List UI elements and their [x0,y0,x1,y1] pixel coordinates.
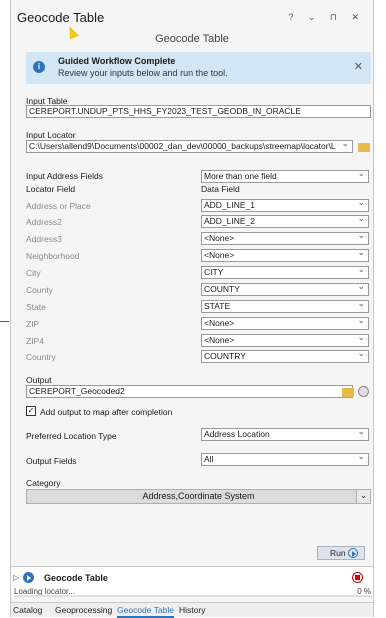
job-status-panel: ▷ Geocode Table Loading locator... 0 % [11,567,373,597]
pane-title: Geocode Table [17,10,105,25]
field-name: Address2 [26,217,62,227]
field-name: ZIP [26,319,40,329]
field-value: <None> [204,318,235,328]
play-icon [348,548,358,558]
tab-catalog[interactable]: Catalog [13,605,42,615]
field-select[interactable]: STATE [201,300,369,313]
stop-icon[interactable] [352,572,363,583]
info-icon: i [33,61,45,73]
tab-geocode-table[interactable]: Geocode Table [117,605,175,618]
job-title: Geocode Table [44,573,108,583]
locator-field-header: Locator Field [26,184,76,194]
run-button[interactable]: Run [317,546,365,560]
address-fields-select[interactable]: More than one field [201,170,369,183]
field-value: ADD_LINE_1 [204,200,256,210]
address-fields-value: More than one field [204,171,277,181]
tab-geoprocessing[interactable]: Geoprocessing [55,605,112,615]
banner-message: Review your inputs below and run the too… [58,68,228,78]
category-label: Category [26,478,61,488]
tab-history[interactable]: History [179,605,205,615]
location-type-select[interactable]: Address Location [201,428,369,441]
location-type-value: Address Location [204,429,270,439]
field-name: State [26,302,46,312]
globe-icon[interactable] [358,386,369,397]
add-to-map-label: Add output to map after completion [40,407,173,417]
field-name: City [26,268,41,278]
field-select[interactable]: <None> [201,317,369,330]
location-type-label: Preferred Location Type [26,431,117,441]
field-value: COUNTY [204,284,240,294]
field-select[interactable]: <None> [201,232,369,245]
field-select[interactable]: <None> [201,249,369,262]
data-field-header: Data Field [201,184,240,194]
address-fields-label: Input Address Fields [26,171,104,181]
field-value: <None> [204,250,235,260]
field-select[interactable]: COUNTRY [201,350,369,363]
field-name: Address or Place [26,201,91,211]
input-table-field[interactable]: CEREPORT.UNDUP_PTS_HHS_FY2023_TEST_GEODB… [26,105,371,118]
field-select[interactable]: <None> [201,334,369,347]
field-name: Neighborhood [26,251,80,261]
banner-close-button[interactable]: ✕ [354,60,363,73]
output-fields-label: Output Fields [26,456,77,466]
pane-tabs: Catalog Geoprocessing Geocode Table Hist… [11,602,373,618]
banner-title: Guided Workflow Complete [58,56,176,66]
field-select[interactable]: ADD_LINE_1 [201,199,369,212]
output-field[interactable]: CEREPORT_Geocoded2 [26,385,353,398]
field-select[interactable]: ADD_LINE_2 [201,215,369,228]
field-value: STATE [204,301,231,311]
folder-icon[interactable] [342,388,354,397]
geoprocessing-pane: Geocode Table ? ⌄ ⊓ ✕ Geocode Table i Gu… [10,0,374,618]
field-name: County [26,285,53,295]
field-value: <None> [204,233,235,243]
category-dropdown[interactable]: Address,Coordinate System ⌄ [26,489,371,504]
field-value: <None> [204,335,235,345]
field-name: Country [26,352,56,362]
progress-bar [14,595,372,597]
input-locator-field[interactable]: C:\Users\allend9\Documents\00002_dan_dev… [26,140,353,153]
output-fields-value: All [204,454,214,464]
pane-window-controls[interactable]: ? ⌄ ⊓ ✕ [288,12,365,23]
splitter-mark [0,321,9,322]
play-icon [23,572,34,583]
guided-workflow-banner: i Guided Workflow Complete Review your i… [26,52,371,84]
field-name: Address3 [26,234,62,244]
run-label: Run [330,548,346,558]
field-name: ZIP4 [26,336,44,346]
input-locator-value: C:\Users\allend9\Documents\00002_dan_dev… [29,141,336,151]
output-fields-select[interactable]: All [201,453,369,466]
chevron-down-icon[interactable]: ⌄ [356,490,370,503]
field-value: CITY [204,267,224,277]
output-label: Output [26,375,52,385]
field-value: ADD_LINE_2 [204,216,256,226]
category-value: Address,Coordinate System [142,491,255,501]
field-value: COUNTRY [204,351,246,361]
field-select[interactable]: CITY [201,266,369,279]
expand-chevron-icon[interactable]: ▷ [13,573,19,582]
folder-icon[interactable] [358,143,370,152]
field-select[interactable]: COUNTY [201,283,369,296]
tool-title: Geocode Table [155,33,229,45]
add-to-map-checkbox[interactable]: ✓ [26,406,36,416]
input-locator-label: Input Locator [26,130,76,140]
